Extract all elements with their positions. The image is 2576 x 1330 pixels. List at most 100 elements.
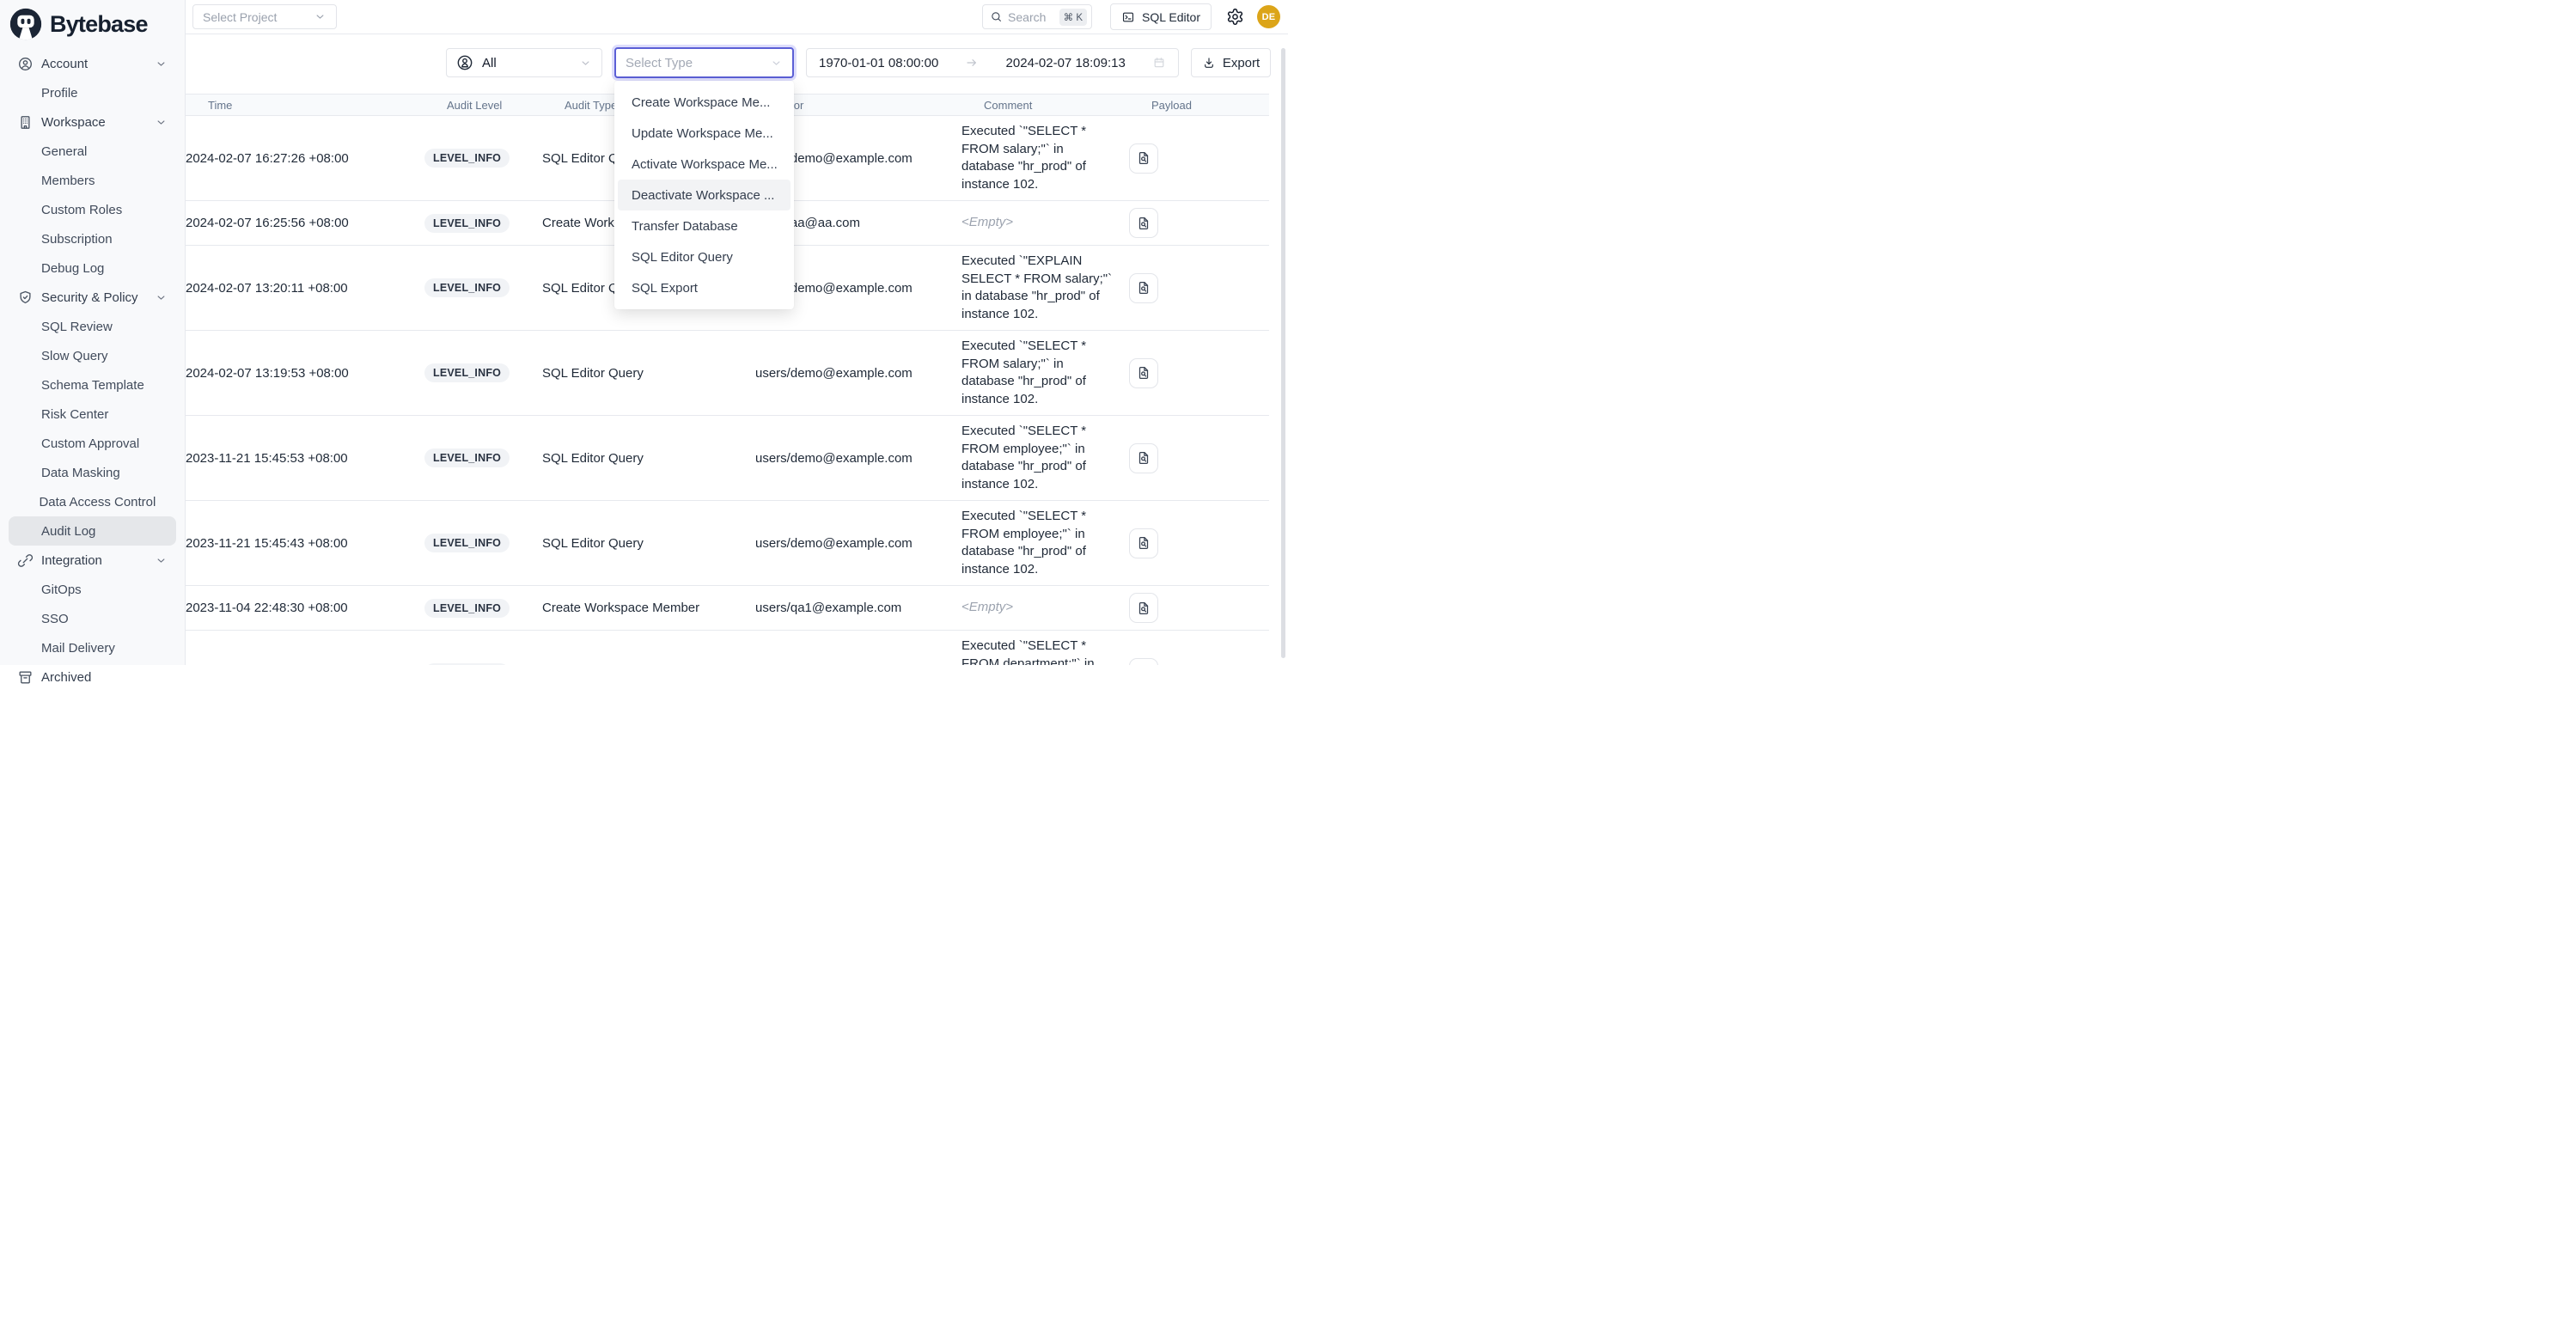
sidebar-item[interactable]: Integration: [9, 546, 176, 575]
search-placeholder: Search: [1008, 10, 1054, 24]
sidebar-item-label: Profile: [41, 86, 155, 101]
sidebar-item[interactable]: Security & Policy: [9, 283, 176, 312]
vertical-scrollbar[interactable]: [1281, 48, 1285, 658]
sidebar-item[interactable]: Subscription: [9, 224, 176, 253]
cell-payload: [1129, 273, 1269, 303]
chevron-down-icon: [155, 116, 168, 129]
main-content: Select Project Search ⌘ K SQL Editor DE …: [186, 0, 1288, 665]
sidebar-item[interactable]: Members: [9, 166, 176, 195]
calendar-icon: [1152, 56, 1166, 70]
sidebar-item-label: SSO: [41, 612, 155, 626]
sidebar-item-label: Subscription: [41, 232, 155, 247]
type-dropdown-option[interactable]: Create Workspace Me...: [618, 87, 791, 118]
sidebar-item-icon: [17, 290, 41, 306]
sidebar-item[interactable]: Risk Center: [9, 400, 176, 429]
file-search-icon: [1136, 280, 1151, 296]
sidebar-item[interactable]: Custom Approval: [9, 429, 176, 458]
settings-gear-button[interactable]: [1226, 8, 1244, 26]
type-filter-wrap: Select Type Create Workspace Me... Updat…: [614, 47, 794, 78]
payload-view-button[interactable]: [1129, 593, 1158, 623]
sidebar-item[interactable]: Data Access Control: [9, 487, 176, 516]
gear-icon: [1226, 8, 1244, 26]
sidebar-item[interactable]: SQL Review: [9, 312, 176, 341]
cell-time: 2023-11-21 15:45:43 +08:00: [186, 536, 424, 551]
cell-payload: [1129, 443, 1269, 473]
payload-view-button[interactable]: [1129, 528, 1158, 558]
actor-filter-select[interactable]: All: [446, 48, 602, 77]
level-badge: LEVEL_INFO: [424, 278, 510, 297]
sql-editor-label: SQL Editor: [1142, 10, 1200, 24]
file-search-icon: [1136, 365, 1151, 381]
export-label: Export: [1223, 56, 1260, 70]
table-header-cell: Payload: [1151, 99, 1269, 112]
type-dropdown-option-label: Activate Workspace Me...: [632, 157, 778, 172]
payload-view-button[interactable]: [1129, 443, 1158, 473]
sidebar-item-label: Custom Approval: [41, 436, 155, 451]
project-select[interactable]: Select Project: [192, 4, 337, 29]
sidebar-item[interactable]: Debug Log: [9, 253, 176, 283]
cell-comment: Executed `"SELECT * FROM department;"` i…: [961, 638, 1129, 665]
payload-view-button[interactable]: [1129, 358, 1158, 388]
cell-audit-level: LEVEL_INFO: [424, 534, 542, 552]
cell-comment: <Empty>: [961, 214, 1129, 232]
type-dropdown-option[interactable]: SQL Editor Query: [618, 241, 791, 272]
cell-audit-level: LEVEL_INFO: [424, 448, 542, 467]
type-dropdown-option[interactable]: SQL Export: [618, 272, 791, 303]
cell-time: 2024-02-07 13:19:53 +08:00: [186, 366, 424, 381]
sidebar-item[interactable]: Profile: [9, 78, 176, 107]
arrow-right-icon: [965, 56, 979, 70]
sidebar-item[interactable]: Data Masking: [9, 458, 176, 487]
sidebar-item[interactable]: Account: [9, 49, 176, 78]
cell-time: 2023-11-04 22:48:30 +08:00: [186, 601, 424, 615]
search-input[interactable]: Search ⌘ K: [982, 4, 1092, 29]
brand-logo: Bytebase: [0, 0, 185, 46]
cell-audit-type: Create Workspace Member: [542, 601, 755, 615]
payload-view-button[interactable]: [1129, 208, 1158, 238]
table-header-cell: Comment: [984, 99, 1151, 112]
level-badge: LEVEL_INFO: [424, 534, 510, 552]
type-dropdown-option[interactable]: Update Workspace Me...: [618, 118, 791, 149]
payload-view-button[interactable]: [1129, 658, 1158, 666]
sidebar-item[interactable]: Audit Log: [9, 516, 176, 546]
type-dropdown-option[interactable]: Deactivate Workspace ...: [618, 180, 791, 210]
type-filter-placeholder: Select Type: [626, 56, 770, 70]
bytebase-logo-icon: [9, 8, 42, 40]
sidebar-item[interactable]: GitOps: [9, 575, 176, 604]
user-avatar[interactable]: DE: [1257, 5, 1280, 28]
file-search-icon: [1136, 535, 1151, 551]
cell-actor: users/demo@example.com: [755, 366, 961, 381]
type-dropdown-option[interactable]: Transfer Database: [618, 210, 791, 241]
cell-audit-type: SQL Editor Query: [542, 366, 755, 381]
type-dropdown-option-label: SQL Editor Query: [632, 250, 733, 265]
sql-editor-button[interactable]: SQL Editor: [1110, 3, 1212, 30]
sidebar-item-label: Mail Delivery: [41, 641, 155, 656]
cell-comment: Executed `"SELECT * FROM employee;"` in …: [961, 508, 1129, 578]
payload-view-button[interactable]: [1129, 143, 1158, 174]
export-button[interactable]: Export: [1191, 48, 1271, 77]
sidebar-item[interactable]: Workspace: [9, 107, 176, 137]
chevron-down-icon: [579, 57, 592, 70]
cell-audit-level: LEVEL_INFO: [424, 149, 542, 168]
cell-audit-type: SQL Editor Query: [542, 451, 755, 466]
sidebar-item[interactable]: Mail Delivery: [9, 633, 176, 662]
sidebar-item[interactable]: General: [9, 137, 176, 166]
sidebar-item[interactable]: SSO: [9, 604, 176, 633]
payload-view-button[interactable]: [1129, 273, 1158, 303]
sidebar-nav: Account Profile Workspace General Member…: [0, 46, 185, 692]
cell-time: 2024-02-07 13:20:11 +08:00: [186, 281, 424, 296]
sidebar-item-label: General: [41, 144, 155, 159]
type-dropdown-option[interactable]: Activate Workspace Me...: [618, 149, 791, 180]
sidebar-item-label: Data Access Control: [39, 495, 156, 509]
person-circle-icon: [456, 54, 473, 71]
sidebar-item-label: Data Masking: [41, 466, 155, 480]
type-filter-select[interactable]: Select Type: [614, 47, 794, 78]
sidebar-item[interactable]: Archived: [9, 662, 176, 692]
sidebar-item[interactable]: Custom Roles: [9, 195, 176, 224]
sidebar-item[interactable]: Slow Query: [9, 341, 176, 370]
cell-audit-type: SQL Editor Query: [542, 536, 755, 551]
cell-payload: [1129, 143, 1269, 174]
date-range-picker[interactable]: 1970-01-01 08:00:00 2024-02-07 18:09:13: [806, 48, 1179, 77]
sidebar-item[interactable]: Schema Template: [9, 370, 176, 400]
cell-time: 2023-11-21 15:45:53 +08:00: [186, 451, 424, 466]
filter-row: All Select Type Create Workspace Me... U…: [186, 47, 1288, 78]
